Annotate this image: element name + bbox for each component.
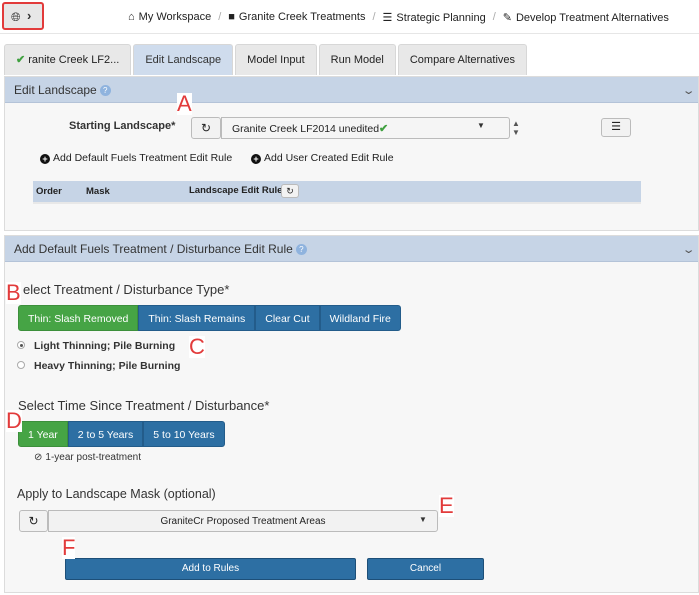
check-icon: ✔ <box>16 54 26 66</box>
refresh-icon: ↻ <box>200 121 212 135</box>
tab-edit-landscape[interactable]: Edit Landscape <box>133 44 234 75</box>
refresh-landscape-button[interactable]: ↻ <box>191 117 221 139</box>
help-icon[interactable]: ? <box>99 85 111 97</box>
breadcrumb: ⌂ My Workspace / ■ Granite Creek Treatment… <box>128 8 669 26</box>
breadcrumb-item-strategic-planning[interactable]: ☰ Strategic Planning <box>383 11 486 24</box>
time-5-to-10-years[interactable]: 5 to 10 Years <box>143 421 225 447</box>
globe-icon: 🌐︎ <box>11 10 21 24</box>
treatment-type-label: elect Treatment / Disturbance Type* <box>23 282 230 297</box>
help-icon[interactable]: ? <box>295 244 307 256</box>
option-heavy-thinning[interactable]: Heavy Thinning; Pile Burning <box>17 360 180 372</box>
mask-select-value: GraniteCr Proposed Treatment Areas <box>160 516 326 527</box>
folder-icon: ■ <box>228 11 235 23</box>
caret-down-icon: ▼ <box>419 515 427 524</box>
breadcrumb-separator: / <box>492 11 496 23</box>
add-rule-panel: Add Default Fuels Treatment / Disturbanc… <box>4 235 699 593</box>
option-light-thinning[interactable]: Light Thinning; Pile Burning <box>17 340 175 352</box>
breadcrumb-item-develop-alternatives[interactable]: ✎ Develop Treatment Alternatives <box>503 11 669 24</box>
rules-table-header: Order Mask Landscape Edit Rule ↻ <box>33 181 641 202</box>
tab-model-input[interactable]: Model Input <box>235 44 317 75</box>
mask-label: Apply to Landscape Mask (optional) <box>17 487 216 501</box>
refresh-mask-button[interactable]: ↻ <box>19 510 48 532</box>
time-note: ⊘ 1-year post-treatment <box>34 452 141 463</box>
list-icon: ☰ <box>611 121 621 133</box>
tab-run-model[interactable]: Run Model <box>318 44 396 75</box>
treatment-clear-cut[interactable]: Clear Cut <box>255 305 320 331</box>
edit-landscape-panel: Edit Landscape? ⌄ Starting Landscape* ↻ … <box>4 76 699 231</box>
arrow-up-icon[interactable]: ▲ <box>512 119 520 128</box>
breadcrumb-separator: / <box>218 11 222 23</box>
breadcrumb-separator: / <box>372 11 376 23</box>
time-2-to-5-years[interactable]: 2 to 5 Years <box>67 421 144 447</box>
mask-select[interactable]: GraniteCr Proposed Treatment Areas ▼ <box>48 510 438 532</box>
annotation-f: F <box>62 535 76 560</box>
top-bar: 🌐︎ › ⌂ My Workspace / ■ Granite Creek Trea… <box>0 0 699 34</box>
starting-landscape-value: Granite Creek LF2014 unedited <box>232 123 380 135</box>
column-landscape-edit-rule[interactable]: Landscape Edit Rule <box>189 185 282 196</box>
check-circle-icon: ⊘ <box>34 452 43 463</box>
panel-title: Edit Landscape <box>14 83 97 97</box>
table-divider <box>33 202 641 204</box>
annotation-d: D <box>6 408 22 433</box>
add-to-rules-button[interactable]: Add to Rules <box>65 558 356 580</box>
time-since-group: 1 Year 2 to 5 Years 5 to 10 Years <box>18 421 225 447</box>
order-spinner[interactable]: ▲ ▼ <box>511 118 525 140</box>
globe-menu-button[interactable]: 🌐︎ › <box>2 2 44 30</box>
chevron-down-icon[interactable]: ⌄ <box>681 237 695 263</box>
add-default-rule-link[interactable]: + Add Default Fuels Treatment Edit Rule <box>40 152 232 164</box>
refresh-rules-button[interactable]: ↻ <box>281 184 299 198</box>
cancel-button[interactable]: Cancel <box>367 558 484 580</box>
refresh-icon: ↻ <box>28 514 39 528</box>
tab-landscape[interactable]: ✔ ranite Creek LF2... <box>4 44 132 75</box>
add-user-rule-link[interactable]: + Add User Created Edit Rule <box>251 152 394 164</box>
caret-down-icon: ▼ <box>477 121 485 130</box>
arrow-down-icon[interactable]: ▼ <box>512 128 520 137</box>
list-icon: ☰ <box>382 11 393 24</box>
list-view-button[interactable]: ☰ <box>601 118 631 137</box>
check-icon: ✔ <box>379 123 389 135</box>
add-rule-header[interactable]: Add Default Fuels Treatment / Disturbanc… <box>5 236 698 262</box>
tab-bar: ✔ ranite Creek LF2... Edit Landscape Mode… <box>4 44 529 75</box>
treatment-type-group: Thin: Slash Removed Thin: Slash Remains … <box>18 305 401 331</box>
breadcrumb-item-my-workspace[interactable]: ⌂ My Workspace <box>128 11 211 23</box>
radio-button[interactable] <box>17 341 25 349</box>
treatment-wildland-fire[interactable]: Wildland Fire <box>319 305 401 331</box>
chevron-right-icon: › <box>27 8 32 23</box>
chevron-down-icon[interactable]: ⌄ <box>681 78 695 104</box>
plus-circle-icon: + <box>251 154 261 164</box>
edit-landscape-header[interactable]: Edit Landscape? ⌄ <box>5 77 698 103</box>
time-since-label: Select Time Since Treatment / Disturbanc… <box>18 398 270 413</box>
panel-title: Add Default Fuels Treatment / Disturbanc… <box>14 242 293 256</box>
home-icon: ⌂ <box>128 11 135 23</box>
breadcrumb-item-granite-creek[interactable]: ■ Granite Creek Treatments <box>228 11 365 23</box>
radio-button[interactable] <box>17 361 25 369</box>
treatment-thin-slash-removed[interactable]: Thin: Slash Removed <box>18 305 139 331</box>
time-1-year[interactable]: 1 Year <box>18 421 68 447</box>
annotation-a: A <box>177 91 192 116</box>
plus-circle-icon: + <box>40 154 50 164</box>
column-mask[interactable]: Mask <box>86 186 110 197</box>
annotation-e: E <box>439 493 454 518</box>
column-order[interactable]: Order <box>36 186 62 197</box>
tab-compare-alternatives[interactable]: Compare Alternatives <box>397 44 528 75</box>
starting-landscape-select[interactable]: Granite Creek LF2014 unedited ✔ ▼ <box>221 117 510 139</box>
treatment-thin-slash-remains[interactable]: Thin: Slash Remains <box>138 305 256 331</box>
pencil-icon: ✎ <box>502 11 512 24</box>
starting-landscape-label: Starting Landscape* <box>69 120 176 132</box>
annotation-c: C <box>189 334 205 359</box>
annotation-b: B <box>6 280 21 305</box>
